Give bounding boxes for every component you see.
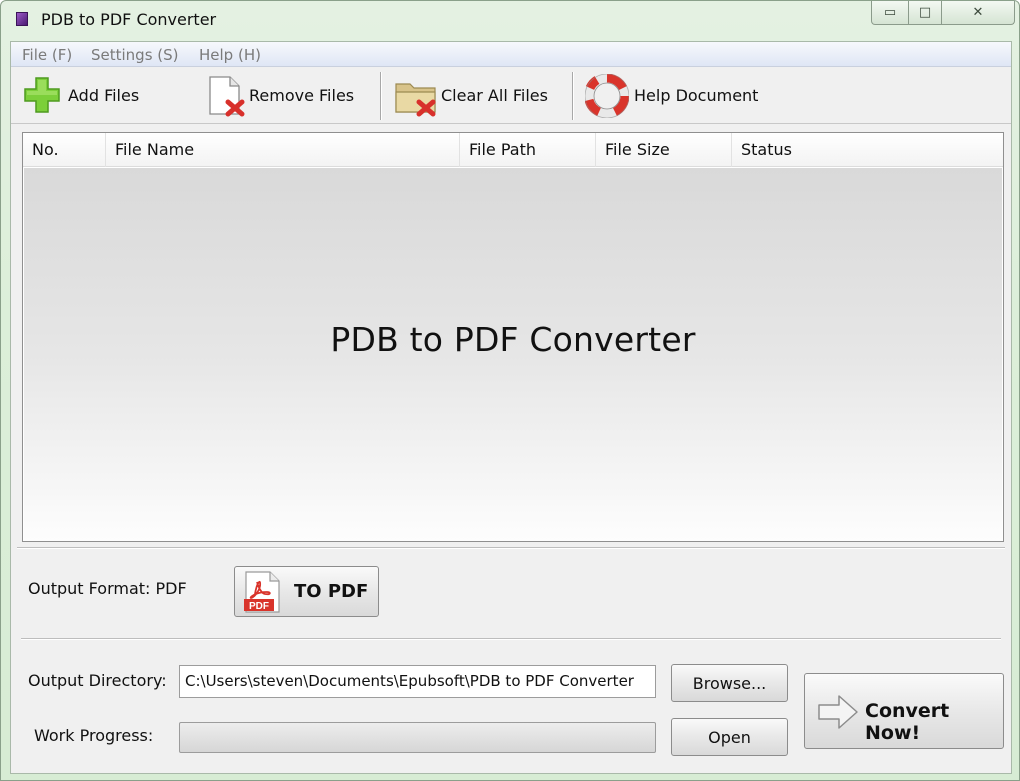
convert-now-label: Convert Now! (865, 700, 950, 744)
column-header-status[interactable]: Status (732, 133, 1003, 167)
close-icon: ✕ (972, 5, 984, 20)
convert-now-button[interactable]: Convert Now! (804, 673, 1004, 749)
minimize-icon: ▭ (883, 5, 897, 20)
add-files-label: Add Files (68, 86, 140, 105)
toolbar-separator (572, 72, 574, 120)
menu-file[interactable]: File (F) (22, 46, 72, 64)
lifebuoy-icon (585, 74, 629, 118)
minimize-button[interactable]: ▭ (871, 1, 909, 25)
pdf-badge-text: PDF (249, 601, 269, 612)
adobe-pdf-icon: PDF (244, 571, 280, 613)
section-divider (17, 547, 1005, 549)
maximize-button[interactable]: □ (908, 1, 942, 25)
close-button[interactable]: ✕ (941, 1, 1015, 25)
help-document-label: Help Document (634, 86, 759, 105)
file-list[interactable]: No. File Name File Path File Size Status… (22, 132, 1004, 542)
file-list-body[interactable]: PDB to PDF Converter (24, 168, 1002, 541)
column-header-file-size[interactable]: File Size (596, 133, 732, 167)
clear-all-files-button[interactable]: Clear All Files (391, 74, 561, 118)
file-list-header: No. File Name File Path File Size Status (23, 133, 1003, 167)
app-icon (16, 12, 28, 26)
toolbar: Add Files Remove Files Clear All Files H… (11, 68, 1011, 124)
menu-help[interactable]: Help (H) (199, 46, 261, 64)
work-progress-bar (179, 722, 656, 753)
right-arrow-icon (818, 695, 858, 729)
client-area: File (F) Settings (S) Help (H) Add Files (10, 41, 1012, 774)
column-header-file-name[interactable]: File Name (106, 133, 460, 167)
output-directory-label: Output Directory: (28, 671, 167, 690)
browse-button[interactable]: Browse... (671, 664, 788, 702)
window-controls: ▭ □ ✕ (871, 1, 1015, 25)
menu-settings[interactable]: Settings (S) (91, 46, 179, 64)
section-divider (21, 638, 1001, 640)
to-pdf-label: TO PDF (294, 581, 369, 602)
open-button[interactable]: Open (671, 718, 788, 756)
clear-all-files-label: Clear All Files (441, 86, 548, 105)
green-plus-icon (24, 77, 60, 113)
toolbar-separator (380, 72, 382, 120)
help-document-button[interactable]: Help Document (585, 74, 775, 118)
document-red-x-icon (209, 76, 245, 117)
app-window: PDB to PDF Converter ▭ □ ✕ File (F) Sett… (0, 0, 1020, 781)
output-format-label: Output Format: PDF (28, 579, 187, 598)
menu-bar: File (F) Settings (S) Help (H) (11, 42, 1011, 67)
open-label: Open (708, 727, 751, 747)
browse-label: Browse... (692, 673, 767, 693)
empty-list-watermark: PDB to PDF Converter (330, 320, 696, 359)
add-files-button[interactable]: Add Files (21, 74, 151, 118)
to-pdf-button[interactable]: PDF TO PDF (234, 566, 379, 617)
work-progress-label: Work Progress: (34, 726, 154, 745)
window-title: PDB to PDF Converter (41, 10, 217, 29)
folder-red-x-icon (395, 83, 436, 117)
maximize-icon: □ (918, 5, 932, 20)
remove-files-button[interactable]: Remove Files (204, 74, 364, 118)
remove-files-label: Remove Files (249, 86, 355, 105)
title-bar: PDB to PDF Converter ▭ □ ✕ (1, 1, 1019, 39)
column-header-no[interactable]: No. (23, 133, 106, 167)
column-header-file-path[interactable]: File Path (460, 133, 596, 167)
output-directory-input[interactable]: C:\Users\steven\Documents\Epubsoft\PDB t… (179, 665, 656, 698)
